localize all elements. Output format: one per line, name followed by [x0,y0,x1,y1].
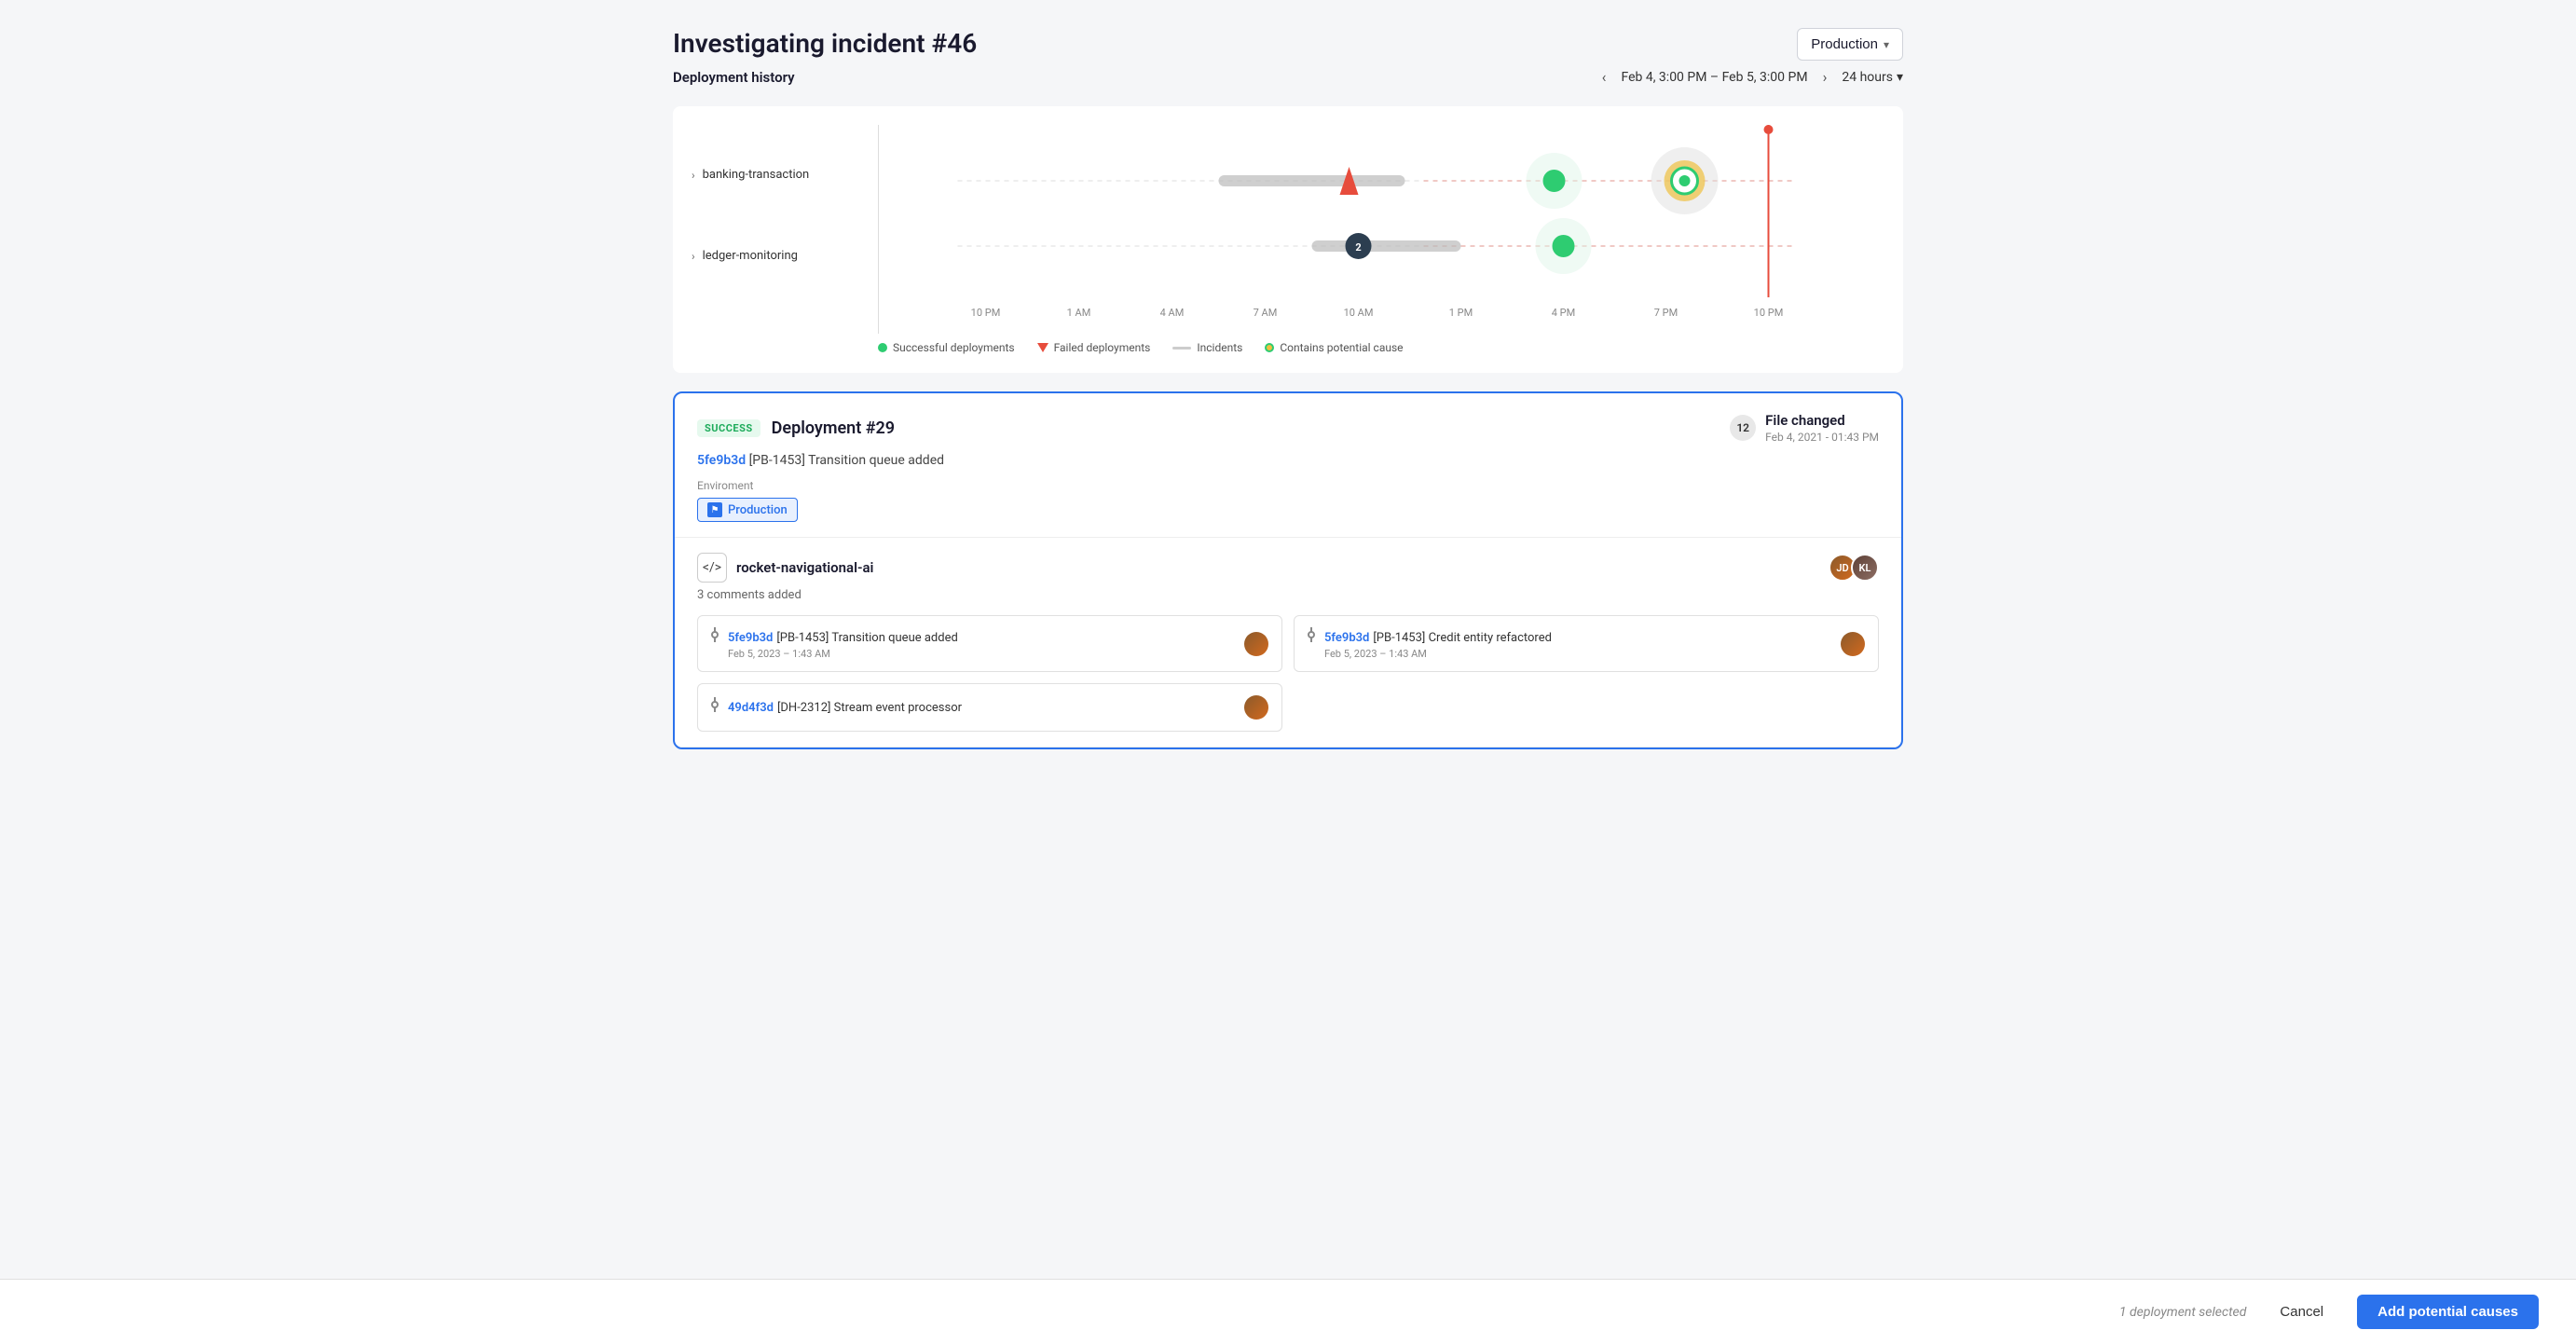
svg-text:1 PM: 1 PM [1449,307,1473,319]
card-commit-message-text: [PB-1453] Transition queue added [749,453,944,468]
card-commit-row: 5fe9b3d [PB-1453] Transition queue added [697,453,1879,468]
deployment-card: SUCCESS Deployment #29 12 File changed F… [673,391,1903,749]
environment-dropdown[interactable]: Production ▾ [1797,28,1903,61]
commit-avatar-3 [1244,695,1268,720]
commit-info-3: 49d4f3d [DH-2312] Stream event processor [728,697,962,718]
hours-dropdown[interactable]: 24 hours ▾ [1842,70,1903,85]
file-count-badge: 12 [1730,415,1756,441]
service-name-ledger: ledger-monitoring [703,249,798,263]
success-badge: SUCCESS [697,419,760,437]
avatar-2: KL [1851,554,1879,582]
next-time-arrow[interactable]: › [1817,66,1833,88]
commit-hash-link-2[interactable]: 5fe9b3d [1324,631,1369,645]
svg-text:1 AM: 1 AM [1067,307,1091,319]
add-potential-causes-button[interactable]: Add potential causes [2357,1295,2539,1329]
action-bar: 1 deployment selected Cancel Add potenti… [0,1279,2576,1344]
file-changed-date: Feb 4, 2021 - 01:43 PM [1765,431,1879,444]
card-title-row: SUCCESS Deployment #29 12 File changed F… [697,412,1879,444]
commit-avatar-2 [1841,632,1865,656]
card-service-section: </> rocket-navigational-ai JD KL 3 comme… [675,538,1901,747]
commit-dot-icon-2 [1308,631,1315,638]
env-dropdown-label: Production [1811,36,1878,52]
commit-message-1: [PB-1453] Transition queue added [776,631,957,645]
chart-legend: Successful deployments Failed deployment… [878,341,1875,354]
deployment-chart: › banking-transaction › ledger-monitorin… [673,106,1903,373]
prev-time-arrow[interactable]: ‹ [1596,66,1612,88]
selected-count-text: 1 deployment selected [2119,1305,2247,1320]
page-title: Investigating incident #46 [673,28,977,59]
legend-incidents-label: Incidents [1197,341,1242,354]
card-title-left: SUCCESS Deployment #29 [697,418,895,438]
incidents-icon [1172,347,1191,350]
env-tag-icon: ⚑ [707,502,722,517]
legend-successful: Successful deployments [878,341,1015,354]
svg-text:7 PM: 7 PM [1654,307,1678,319]
commit-hash-link-1[interactable]: 5fe9b3d [728,631,773,645]
potential-cause-icon [1265,343,1274,352]
card-commit-hash: 5fe9b3d [697,453,746,468]
legend-potential-cause: Contains potential cause [1265,341,1403,354]
deployment-history-label: Deployment history [673,69,795,86]
service-name-left: </> rocket-navigational-ai [697,553,873,583]
service-title-row: </> rocket-navigational-ai JD KL [697,553,1879,583]
svg-text:7 AM: 7 AM [1254,307,1278,319]
commit-info-2: 5fe9b3d [PB-1453] Credit entity refactor… [1324,627,1552,660]
service-row-ledger[interactable]: › ledger-monitoring [692,233,878,280]
chevron-down-icon: ▾ [1884,38,1889,51]
avatars-group: JD KL [1829,554,1879,582]
commit-message-2: [PB-1453] Credit entity refactored [1373,631,1552,645]
svg-text:10 PM: 10 PM [1754,307,1784,319]
code-brackets-icon: </> [703,560,721,575]
commit-dot-icon-3 [711,701,719,708]
cancel-button[interactable]: Cancel [2265,1296,2338,1327]
commits-grid: 5fe9b3d [PB-1453] Transition queue added… [697,615,1879,732]
commit-hash-link-3[interactable]: 49d4f3d [728,701,774,715]
card-header: SUCCESS Deployment #29 12 File changed F… [675,393,1901,538]
legend-failed-label: Failed deployments [1054,341,1151,354]
successful-deployments-icon [878,343,887,352]
time-navigation: ‹ Feb 4, 3:00 PM – Feb 5, 3:00 PM › 24 h… [1596,66,1903,88]
legend-failed: Failed deployments [1037,341,1151,354]
deployment-title: Deployment #29 [772,418,895,438]
env-tag: ⚑ Production [697,498,798,522]
service-name: rocket-navigational-ai [736,559,873,576]
legend-potential-cause-label: Contains potential cause [1280,341,1403,354]
commit-card-2-left: 5fe9b3d [PB-1453] Credit entity refactor… [1308,627,1552,660]
expand-banking-icon: › [692,169,695,182]
svg-text:4 AM: 4 AM [1160,307,1185,319]
failed-deployments-icon [1037,343,1048,352]
legend-successful-label: Successful deployments [893,341,1015,354]
commit-card-2[interactable]: 5fe9b3d [PB-1453] Credit entity refactor… [1294,615,1879,672]
service-code-icon: </> [697,553,727,583]
chart-plot-area: 2 10 PM 1 AM 4 AM 7 AM 10 AM 1 PM 4 PM 7… [878,125,1875,334]
file-changed-label: File changed [1765,412,1879,429]
time-range-label: Feb 4, 3:00 PM – Feb 5, 3:00 PM [1621,70,1807,85]
expand-ledger-icon: › [692,250,695,263]
service-name-banking: banking-transaction [703,168,810,182]
commit-card-3-left: 49d4f3d [DH-2312] Stream event processor [711,697,962,718]
card-title-right: 12 File changed Feb 4, 2021 - 01:43 PM [1730,412,1879,444]
svg-text:2: 2 [1355,241,1361,254]
legend-incidents: Incidents [1172,341,1242,354]
commit-card-1-left: 5fe9b3d [PB-1453] Transition queue added… [711,627,958,660]
commit-avatar-1 [1244,632,1268,656]
env-section-label: Enviroment [697,479,1879,492]
commit-card-1[interactable]: 5fe9b3d [PB-1453] Transition queue added… [697,615,1282,672]
commit-date-2: Feb 5, 2023 – 1:43 AM [1324,648,1552,660]
commit-card-3[interactable]: 49d4f3d [DH-2312] Stream event processor [697,683,1282,732]
comments-count: 3 comments added [697,588,1879,602]
env-tag-label: Production [728,503,788,517]
hours-chevron-icon: ▾ [1897,70,1903,85]
commit-info-1: 5fe9b3d [PB-1453] Transition queue added… [728,627,958,660]
commit-dot-icon-1 [711,631,719,638]
service-row-banking[interactable]: › banking-transaction [692,152,878,199]
chart-service-labels: › banking-transaction › ledger-monitorin… [692,125,878,334]
commit-message-3: [DH-2312] Stream event processor [777,701,962,715]
file-changed-info: File changed Feb 4, 2021 - 01:43 PM [1765,412,1879,444]
commit-date-1: Feb 5, 2023 – 1:43 AM [728,648,958,660]
svg-text:4 PM: 4 PM [1552,307,1575,319]
svg-text:10 PM: 10 PM [971,307,1001,319]
hours-label: 24 hours [1842,70,1893,85]
svg-text:10 AM: 10 AM [1344,307,1374,319]
